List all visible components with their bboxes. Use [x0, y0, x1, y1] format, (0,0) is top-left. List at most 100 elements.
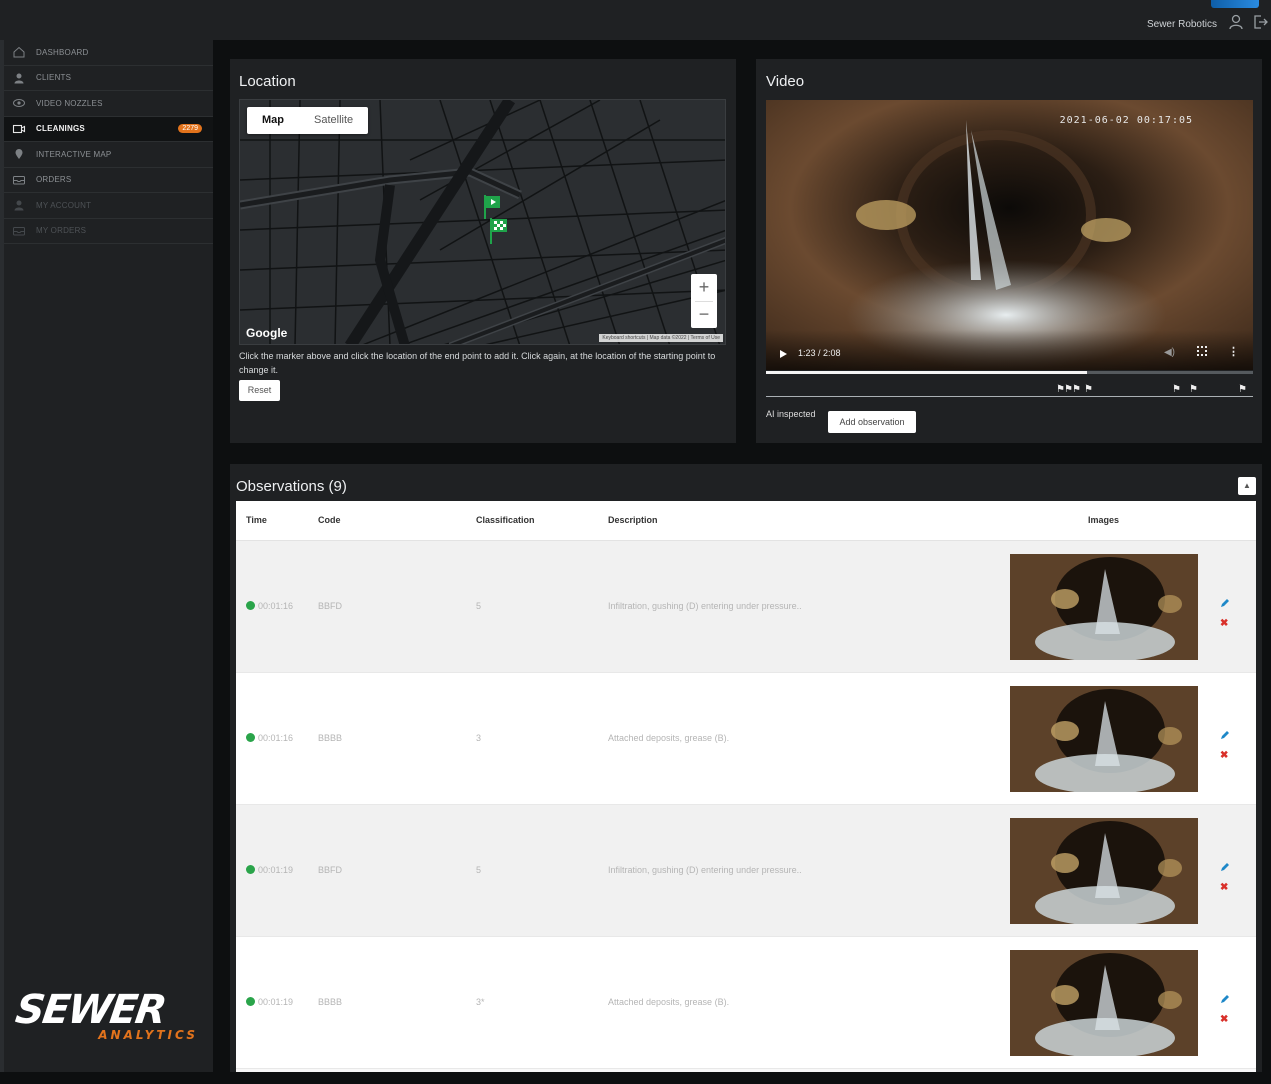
- sidebar-item-video-nozzles[interactable]: Video nozzles: [4, 91, 213, 117]
- status-dot: [246, 733, 255, 742]
- table-row[interactable]: 00:01:16 BBFD 5 Infiltration, gushing (D…: [236, 541, 1256, 673]
- logout-icon[interactable]: [1252, 14, 1268, 30]
- location-title: Location: [239, 73, 296, 90]
- sidebar-item-orders[interactable]: Orders: [4, 168, 213, 193]
- zoom-control: + −: [691, 274, 717, 328]
- collapse-button[interactable]: ▲: [1238, 477, 1256, 495]
- flag-marker-icon[interactable]: ⚑: [1172, 385, 1181, 395]
- row-code: BBBB: [318, 997, 343, 1007]
- table-row[interactable]: 00:01:16 BBBB 3 Attached deposits, greas…: [236, 673, 1256, 805]
- reset-button[interactable]: Reset: [239, 380, 280, 401]
- brand-logo: SEWER ANALYTICS: [13, 987, 206, 1050]
- map-attribution[interactable]: Keyboard shortcuts | Map data ©2022 | Te…: [599, 334, 723, 342]
- map-hint: Click the marker above and click the loc…: [239, 351, 716, 375]
- flag-marker-icon[interactable]: ⚑: [1084, 385, 1093, 395]
- zoom-divider: [695, 301, 713, 302]
- end-flag-icon[interactable]: [489, 218, 509, 244]
- row-description: Infiltration, gushing (D) entering under…: [608, 865, 802, 875]
- sidebar-item-dashboard[interactable]: Dashboard: [4, 40, 213, 66]
- row-description: Infiltration, gushing (D) entering under…: [608, 601, 802, 611]
- fullscreen-icon[interactable]: [1197, 346, 1207, 356]
- edit-icon[interactable]: [1220, 730, 1230, 740]
- row-time[interactable]: 00:01:19: [258, 997, 293, 1007]
- video-timestamp: 2021-06-02 00:17:05: [1059, 115, 1193, 126]
- flag-marker-icon[interactable]: ⚑: [1072, 385, 1081, 395]
- video-player[interactable]: 2021-06-02 00:17:05 1:23 / 2:08 ◀) ⋮: [766, 100, 1253, 370]
- delete-icon[interactable]: ✖: [1220, 751, 1228, 761]
- column-header-classification[interactable]: Classification: [476, 515, 535, 525]
- sidebar-item-my-orders[interactable]: My orders: [4, 219, 213, 244]
- top-bar: Sewer Robotics: [0, 0, 1271, 40]
- add-observation-button[interactable]: Add observation: [828, 411, 916, 433]
- user-name[interactable]: Sewer Robotics: [1147, 19, 1217, 30]
- observation-thumbnail[interactable]: [1010, 554, 1198, 660]
- row-code: BBFD: [318, 601, 343, 611]
- observation-thumbnail[interactable]: [1010, 950, 1198, 1056]
- zoom-in-button[interactable]: +: [691, 274, 717, 301]
- edit-icon[interactable]: [1220, 598, 1230, 608]
- map-type-satellite[interactable]: Satellite: [299, 107, 368, 134]
- observation-thumbnail[interactable]: [1010, 686, 1198, 792]
- person-icon: [14, 73, 24, 84]
- observation-marker-track: ⚑ ⚑ ⚑ ⚑ ⚑ ⚑ ⚑: [766, 385, 1253, 397]
- sidebar-item-my-account[interactable]: My account: [4, 193, 213, 219]
- video-progress-fill: [766, 371, 1088, 374]
- observation-thumbnail[interactable]: [1010, 818, 1198, 924]
- row-description: Attached deposits, grease (B).: [608, 997, 730, 1007]
- sidebar-item-cleanings[interactable]: Cleanings 2279: [4, 116, 213, 142]
- video-title: Video: [766, 73, 805, 90]
- map-type-map[interactable]: Map: [247, 107, 299, 134]
- edit-icon[interactable]: [1220, 862, 1230, 872]
- sidebar-item-label: My orders: [36, 226, 87, 236]
- delete-icon[interactable]: ✖: [1220, 883, 1228, 893]
- video-time: 1:23 / 2:08: [798, 348, 841, 358]
- video-controls: 1:23 / 2:08 ◀) ⋮: [766, 330, 1253, 370]
- map-roads: [240, 100, 725, 344]
- flag-marker-icon[interactable]: ⚑: [1189, 385, 1198, 395]
- person-icon: [14, 200, 24, 211]
- flag-marker-icon[interactable]: ⚑: [1238, 385, 1247, 395]
- row-description: Attached deposits, grease (B).: [608, 733, 730, 743]
- delete-icon[interactable]: ✖: [1220, 619, 1228, 629]
- brand-logo-sub: ANALYTICS: [98, 1028, 198, 1042]
- column-header-time[interactable]: Time: [246, 515, 267, 525]
- row-time[interactable]: 00:01:16: [258, 733, 293, 743]
- sidebar: Dashboard Clients Video nozzles Cleaning…: [0, 40, 213, 1072]
- user-icon[interactable]: [1228, 14, 1244, 30]
- observations-title: Observations (9): [236, 478, 347, 495]
- row-time[interactable]: 00:01:16: [258, 601, 293, 611]
- count-badge: 2279: [178, 123, 202, 133]
- delete-icon[interactable]: ✖: [1220, 1015, 1228, 1025]
- inbox-icon: [13, 175, 25, 185]
- sidebar-item-clients[interactable]: Clients: [4, 66, 213, 91]
- row-classification: 5: [476, 865, 482, 875]
- map-type-toggle[interactable]: Map Satellite: [247, 107, 369, 134]
- column-header-images: Images: [1088, 515, 1120, 525]
- table-row[interactable]: 00:01:19 BBFD 5 Infiltration, gushing (D…: [236, 805, 1256, 937]
- column-header-description[interactable]: Description: [608, 515, 658, 525]
- sidebar-item-label: Dashboard: [36, 47, 89, 57]
- status-dot: [246, 997, 255, 1006]
- row-code: BBFD: [318, 865, 343, 875]
- map[interactable]: Map Satellite + − Google Keyboard shortc…: [239, 99, 726, 345]
- video-progress-bar[interactable]: [766, 371, 1253, 374]
- table-header: Time Code Classification Description Ima…: [236, 501, 1256, 541]
- column-header-code[interactable]: Code: [318, 515, 341, 525]
- row-code: BBBB: [318, 733, 343, 743]
- start-flag-icon[interactable]: [483, 195, 501, 219]
- zoom-out-button[interactable]: −: [691, 301, 717, 328]
- status-dot: [246, 601, 255, 610]
- more-options-icon[interactable]: ⋮: [1228, 345, 1239, 358]
- row-time[interactable]: 00:01:19: [258, 865, 293, 875]
- sidebar-item-interactive-map[interactable]: Interactive map: [4, 142, 213, 168]
- sidebar-item-label: Cleanings: [36, 124, 85, 134]
- observations-table: Time Code Classification Description Ima…: [236, 501, 1256, 1072]
- row-classification: 3: [476, 733, 482, 743]
- table-row[interactable]: 00:01:19 BBBB 3* Attached deposits, grea…: [236, 937, 1256, 1069]
- play-icon[interactable]: [780, 350, 787, 358]
- edit-icon[interactable]: [1220, 994, 1230, 1004]
- volume-icon[interactable]: ◀): [1164, 347, 1175, 358]
- eye-icon: [13, 99, 25, 108]
- video-panel: Video 2021-06-02 00:17:05 1:23 / 2:08 ◀)…: [756, 59, 1262, 443]
- sidebar-item-label: Interactive map: [36, 149, 112, 159]
